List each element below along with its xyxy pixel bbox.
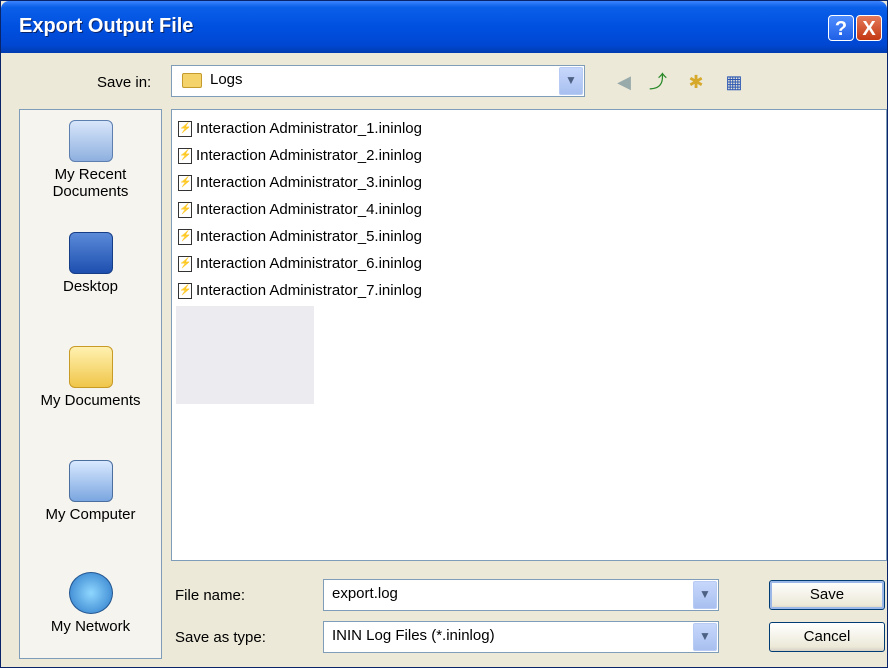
file-name: Interaction Administrator_2.ininlog — [196, 147, 422, 164]
file-name: Interaction Administrator_7.ininlog — [196, 282, 422, 299]
title-bar: Export Output File ? X — [1, 1, 887, 53]
file-name: Interaction Administrator_3.ininlog — [196, 174, 422, 191]
folder-icon — [182, 73, 202, 88]
up-folder-icon[interactable]: ⤴ — [647, 71, 669, 93]
log-file-icon: ⚡ — [178, 283, 192, 300]
save-button[interactable]: Save — [769, 580, 885, 610]
desktop-icon — [68, 232, 113, 274]
file-name: Interaction Administrator_1.ininlog — [196, 120, 422, 137]
file-item[interactable]: ⚡ Interaction Administrator_1.ininlog — [178, 118, 422, 140]
my-network-icon — [68, 572, 113, 614]
place-label: Desktop — [62, 278, 119, 295]
place-my-documents[interactable]: My Documents — [20, 346, 161, 409]
file-item[interactable]: ⚡ Interaction Administrator_5.ininlog — [178, 226, 422, 248]
export-dialog: Export Output File ? X Save in: Logs ▼ ◀… — [0, 0, 888, 668]
file-item[interactable]: ⚡ Interaction Administrator_6.ininlog — [178, 253, 422, 275]
file-name-label: File name: — [175, 587, 246, 604]
log-file-icon: ⚡ — [178, 148, 192, 165]
file-item[interactable]: ⚡ Interaction Administrator_4.ininlog — [178, 199, 422, 221]
log-file-icon: ⚡ — [178, 202, 192, 219]
my-documents-icon — [68, 346, 113, 388]
file-list[interactable]: ⚡ Interaction Administrator_1.ininlog ⚡ In… — [171, 109, 887, 561]
file-name: Interaction Administrator_4.ininlog — [196, 201, 422, 218]
save-as-type-select[interactable]: ININ Log Files (*.ininlog) ▼ — [323, 621, 719, 653]
log-file-icon: ⚡ — [178, 121, 192, 138]
chevron-down-icon[interactable]: ▼ — [693, 623, 717, 651]
place-label: My Documents — [40, 392, 141, 409]
place-label: My Computer — [45, 506, 136, 523]
file-item[interactable]: ⚡ Interaction Administrator_2.ininlog — [178, 145, 422, 167]
help-button[interactable]: ? — [828, 15, 854, 41]
places-bar: My Recent Documents Desktop My Documents… — [19, 109, 162, 659]
view-menu-icon[interactable]: ▦ — [723, 71, 745, 93]
recent-documents-icon — [68, 120, 113, 162]
place-my-computer[interactable]: My Computer — [20, 460, 161, 523]
chevron-down-icon[interactable]: ▼ — [559, 67, 583, 95]
chevron-down-icon[interactable]: ▼ — [693, 581, 717, 609]
file-item[interactable]: ⚡ Interaction Administrator_3.ininlog — [178, 172, 422, 194]
log-file-icon: ⚡ — [178, 256, 192, 273]
place-label: My Network — [50, 618, 131, 635]
save-as-type-value: ININ Log Files (*.ininlog) — [332, 627, 495, 644]
place-my-network[interactable]: My Network — [20, 572, 161, 635]
log-file-icon: ⚡ — [178, 229, 192, 246]
file-name: Interaction Administrator_5.ininlog — [196, 228, 422, 245]
save-in-label: Save in: — [97, 74, 152, 91]
save-as-type-label: Save as type: — [175, 629, 266, 646]
file-item[interactable]: ⚡ Interaction Administrator_7.ininlog — [178, 280, 422, 302]
save-in-combo[interactable]: Logs ▼ — [171, 65, 585, 97]
log-file-icon: ⚡ — [178, 175, 192, 192]
place-label: My Recent Documents — [52, 166, 129, 200]
place-recent-documents[interactable]: My Recent Documents — [20, 120, 161, 200]
drag-ghost — [176, 306, 314, 404]
new-folder-icon[interactable]: ✱ — [685, 71, 707, 93]
file-name: Interaction Administrator_6.ininlog — [196, 255, 422, 272]
close-button[interactable]: X — [856, 15, 882, 41]
back-icon[interactable]: ◀ — [613, 71, 635, 93]
save-in-value: Logs — [210, 71, 243, 88]
file-name-value: export.log — [332, 585, 398, 602]
cancel-button[interactable]: Cancel — [769, 622, 885, 652]
my-computer-icon — [68, 460, 113, 502]
place-desktop[interactable]: Desktop — [20, 232, 161, 295]
window-title: Export Output File — [19, 15, 194, 37]
file-name-input[interactable]: export.log ▼ — [323, 579, 719, 611]
